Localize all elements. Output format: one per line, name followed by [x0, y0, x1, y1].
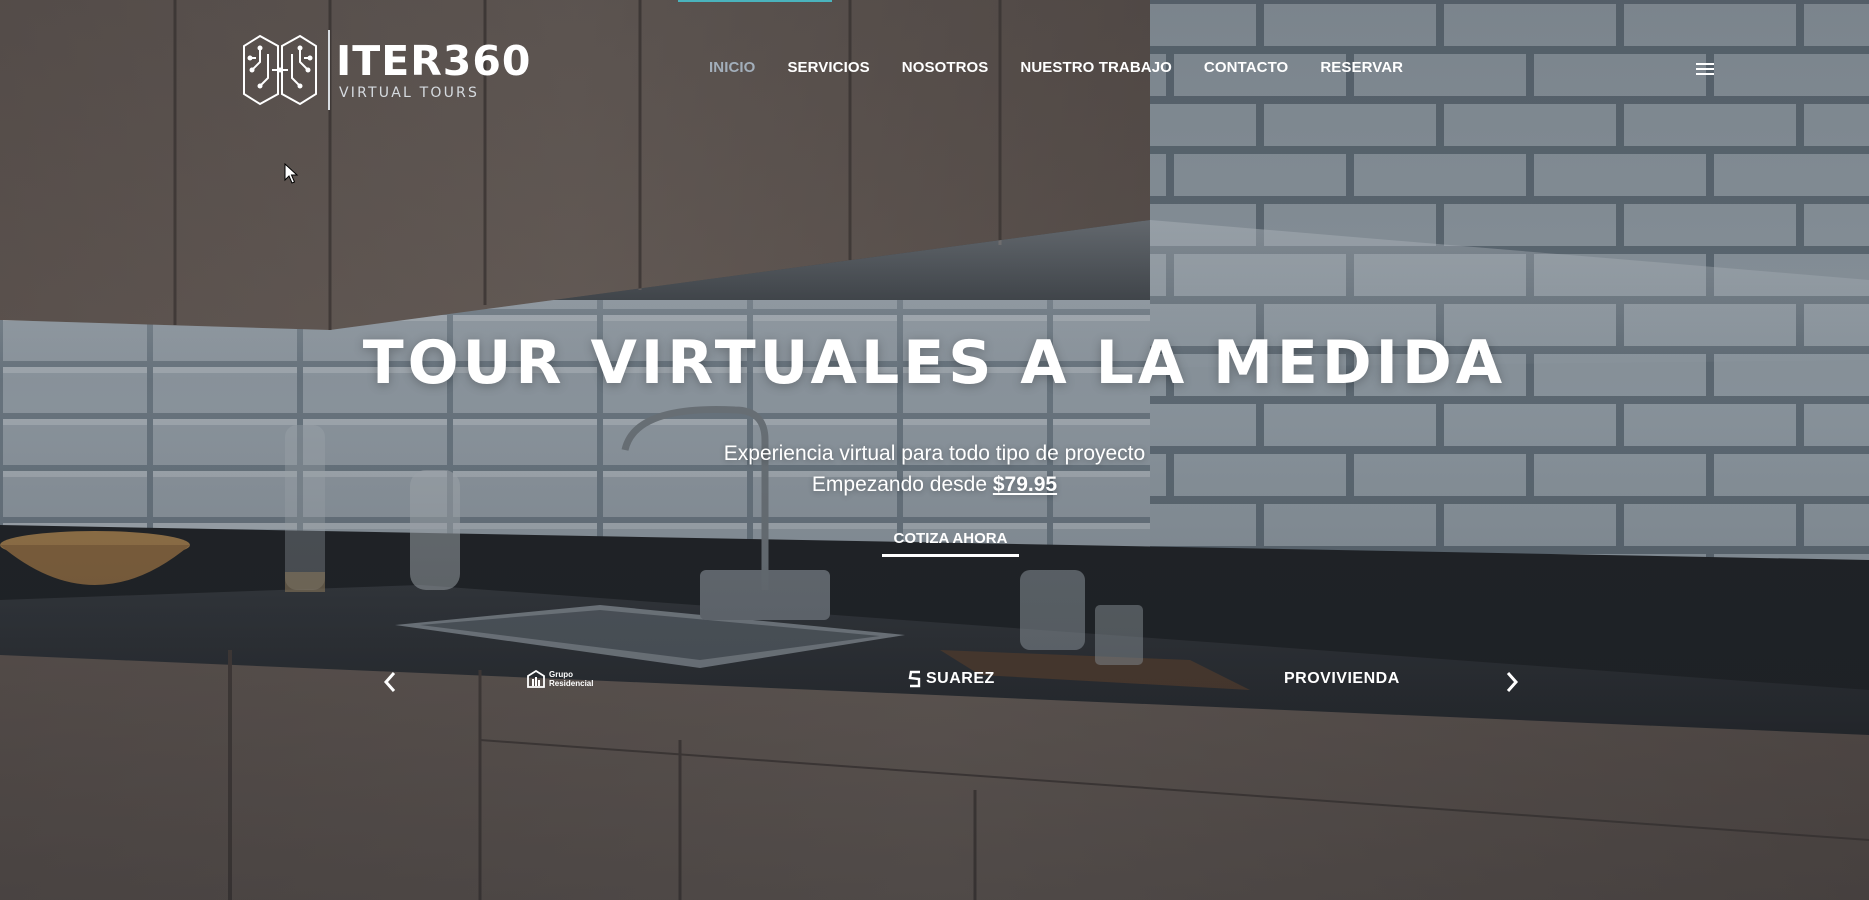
nav-item-nosotros[interactable]: NOSOTROS	[902, 59, 989, 76]
nav-item-inicio[interactable]: INICIO	[709, 59, 755, 76]
nav-item-servicios[interactable]: SERVICIOS	[787, 59, 869, 76]
brand-logo[interactable]: ITER360 VIRTUAL TOURS	[238, 28, 531, 112]
client-logo-name: PROVIVIENDA	[1284, 670, 1400, 687]
logo-text: ITER360 VIRTUAL TOURS	[336, 36, 532, 101]
price-value: $79.95	[992, 473, 1058, 496]
building-icon	[527, 670, 545, 688]
hero-subtitle: Experiencia virtual para todo tipo de pr…	[0, 438, 1869, 500]
cotiza-ahora-button[interactable]: COTIZA AHORA	[882, 530, 1019, 557]
mouse-cursor-icon	[284, 163, 299, 184]
chevron-right-icon[interactable]	[1502, 668, 1522, 696]
price-prefix: Empezando desde	[811, 473, 993, 496]
hero-subtitle-line-2: Empezando desde $79.95	[0, 469, 1869, 500]
hamburger-icon[interactable]	[1696, 63, 1714, 77]
logo-divider	[328, 30, 330, 110]
client-logo-line-1: Grupo	[549, 670, 573, 679]
main-nav: INICIO SERVICIOS NOSOTROS NUESTRO TRABAJ…	[709, 59, 1435, 76]
suarez-mark-icon	[908, 670, 921, 688]
nav-item-contacto[interactable]: CONTACTO	[1204, 59, 1288, 76]
client-logo-grupo-residencial: Grupo Residencial	[527, 670, 593, 688]
brand-name: ITER360	[336, 36, 532, 85]
top-accent-bar	[678, 0, 832, 2]
hero-subtitle-line-1: Experiencia virtual para todo tipo de pr…	[723, 442, 1146, 465]
client-logo-carousel: Grupo Residencial SUAREZ PROVIVIENDA	[380, 668, 1520, 696]
nav-item-reservar[interactable]: RESERVAR	[1320, 59, 1403, 76]
hero-headline: TOUR VIRTUALES A LA MEDIDA	[362, 328, 1507, 398]
client-logo-provivienda: PROVIVIENDA	[1284, 670, 1400, 688]
client-logo-name: SUAREZ	[926, 670, 995, 687]
brand-tagline: VIRTUAL TOURS	[339, 84, 480, 101]
nav-item-nuestro-trabajo[interactable]: NUESTRO TRABAJO	[1020, 59, 1172, 76]
client-logo-suarez: SUAREZ	[908, 670, 995, 688]
hero-section: ITER360 VIRTUAL TOURS INICIO SERVICIOS N…	[0, 0, 1869, 900]
brain-circuit-icon	[243, 34, 317, 106]
client-logo-line-2: Residencial	[549, 679, 594, 688]
chevron-left-icon[interactable]	[380, 668, 400, 696]
